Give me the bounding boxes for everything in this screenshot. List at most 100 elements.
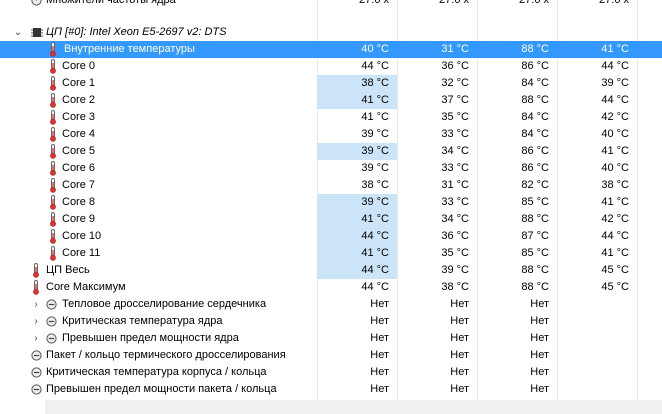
max-value: 84 °C [521,77,549,89]
sensor-row-package-thermal-throttling[interactable]: Пакет / кольцо термического дросселирова… [0,347,662,364]
row-label: Критическая температура ядра [62,315,223,327]
max-value: 88 °C [521,281,549,293]
avg-value: 27.0 x [599,0,629,6]
min-value: 34 °C [441,213,469,225]
sensor-row-core-thermal-throttling[interactable]: › Тепловое дросселирование сердечника Нет Н… [0,296,662,313]
row-label: Core 3 [62,111,96,123]
row-label: Core 11 [62,247,101,259]
min-value: 38 °C [441,281,469,293]
max-value: Нет [530,315,549,327]
status-icon [31,367,42,378]
current-value: Нет [370,332,389,344]
avg-value: 41 °C [557,41,637,58]
max-value: 88 °C [521,264,549,276]
min-value: 39 °C [441,264,469,276]
sensor-row-core-1[interactable]: Core 1 38 °C 32 °C 84 °C 39 °C [0,75,662,92]
current-value: 39 °C [317,194,397,211]
min-value: Нет [450,315,469,327]
max-value: 82 °C [521,179,549,191]
avg-value: 41 °C [601,145,629,157]
sensor-row-core-max[interactable]: Core Максимум 44 °C 38 °C 88 °C 45 °C [0,279,662,296]
sensor-row-core-8[interactable]: Core 8 39 °C 33 °C 85 °C 41 °C [0,194,662,211]
sensor-row-core-0[interactable]: Core 0 44 °C 36 °C 86 °C 44 °C [0,58,662,75]
avg-value: 38 °C [601,179,629,191]
max-value: Нет [530,366,549,378]
avg-value: 42 °C [601,111,629,123]
current-value: Нет [370,383,389,395]
thermometer-icon [48,42,58,57]
row-label: Core 4 [62,128,96,140]
max-value: Нет [530,349,549,361]
row-label: Множители частоты ядра [46,0,176,6]
max-value: 85 °C [521,247,549,259]
row-label: Превышен предел мощности ядра [62,332,239,344]
current-value: 41 °C [317,211,397,228]
sensor-row-core-5[interactable]: Core 5 39 °C 34 °C 86 °C 41 °C [0,143,662,160]
sensor-row-core-4[interactable]: Core 4 39 °C 33 °C 84 °C 40 °C [0,126,662,143]
min-value: 33 °C [441,196,469,208]
current-value: 40 °C [317,41,397,58]
min-value: Нет [450,383,469,395]
thermometer-icon [48,161,58,176]
sensor-row-core-power-limit[interactable]: › Превышен предел мощности ядра Нет Нет Нет [0,330,662,347]
thermometer-icon [48,246,58,261]
status-icon [31,350,42,361]
current-value: 39 °C [361,128,389,140]
current-value: 44 °C [317,262,397,279]
sensor-row-internal-temps[interactable]: Внутренние температуры 40 °C 31 °C 88 °C 41 … [0,41,662,58]
sensor-row-core-10[interactable]: Core 10 44 °C 36 °C 87 °C 44 °C [0,228,662,245]
max-value: 27.0 x [519,0,549,6]
chevron-right-icon[interactable]: › [30,313,42,330]
sensor-row-package-power-limit[interactable]: Превышен предел мощности пакета / кольца… [0,381,662,398]
min-value: Нет [450,349,469,361]
current-value: 41 °C [317,92,397,109]
thermometer-icon [48,93,58,108]
thermometer-icon [48,195,58,210]
group-label: ЦП [#0]: Intel Xeon E5-2697 v2: DTS [46,26,227,38]
row-label: Превышен предел мощности пакета / кольца [46,383,277,395]
current-value: 41 °C [361,111,389,123]
row-label: Core 8 [62,196,96,208]
min-value: 37 °C [441,94,469,106]
chevron-right-icon[interactable]: › [30,330,42,347]
min-value: 32 °C [441,77,469,89]
sensor-row-core-critical-temp[interactable]: › Критическая температура ядра Нет Нет Нет [0,313,662,330]
avg-value: 40 °C [601,128,629,140]
row-label: Core Максимум [46,281,126,293]
avg-value: 41 °C [601,196,629,208]
max-value: 86 °C [521,162,549,174]
chevron-right-icon[interactable]: › [30,296,42,313]
current-value: Нет [370,315,389,327]
max-value: Нет [530,383,549,395]
sensor-row-core-7[interactable]: Core 7 38 °C 31 °C 82 °C 38 °C [0,177,662,194]
row-label: Core 0 [62,60,96,72]
sensor-row-cpu-package[interactable]: ЦП Весь 44 °C 39 °C 88 °C 45 °C [0,262,662,279]
sensor-row-package-critical-temp[interactable]: Критическая температура корпуса / кольца… [0,364,662,381]
thermometer-icon [48,229,58,244]
avg-value [557,381,637,398]
row-label: Внутренние температуры [62,41,197,58]
row-label: Core 1 [62,77,96,89]
current-value: 44 °C [361,281,389,293]
sensor-row-core-2[interactable]: Core 2 41 °C 37 °C 88 °C 44 °C [0,92,662,109]
sensor-row-core-3[interactable]: Core 3 41 °C 35 °C 84 °C 42 °C [0,109,662,126]
status-icon [46,333,57,344]
min-value: 31 °C [397,41,477,58]
row-label: Core 7 [62,179,96,191]
sensor-row-core-11[interactable]: Core 11 41 °C 35 °C 85 °C 41 °C [0,245,662,262]
max-value: 84 °C [521,111,549,123]
current-value: Нет [370,366,389,378]
current-value: 39 °C [361,162,389,174]
chevron-down-icon[interactable]: ⌄ [12,24,24,41]
sensor-row-core-9[interactable]: Core 9 41 °C 34 °C 88 °C 42 °C [0,211,662,228]
max-value: 84 °C [521,128,549,140]
current-value: 39 °C [317,143,397,160]
avg-value [557,347,637,364]
min-value: 34 °C [441,145,469,157]
avg-value: 39 °C [601,77,629,89]
clock-multiplier-row[interactable]: Множители частоты ядра 27.0 x 27.0 x 27.… [0,0,662,9]
current-value: 38 °C [317,75,397,92]
cpu-dts-group-header[interactable]: ⌄ ЦП [#0]: Intel Xeon E5-2697 v2: DTS [0,24,662,41]
sensor-row-core-6[interactable]: Core 6 39 °C 33 °C 86 °C 40 °C [0,160,662,177]
min-value: 36 °C [441,60,469,72]
